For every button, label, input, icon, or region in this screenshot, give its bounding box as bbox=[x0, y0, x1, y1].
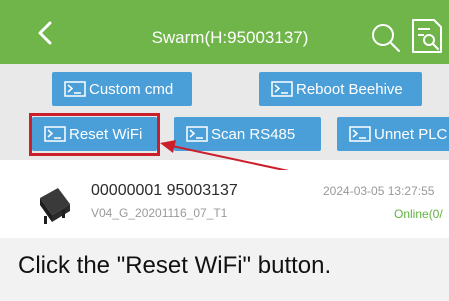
custom-cmd-button[interactable]: Custom cmd bbox=[52, 72, 192, 106]
page-title: Swarm(H:95003137) bbox=[151, 28, 309, 47]
instruction-text: Click the "Reset WiFi" button. bbox=[18, 252, 332, 279]
app-header: Swarm(H:95003137) bbox=[0, 0, 449, 64]
instruction-panel: Click the "Reset WiFi" button. bbox=[0, 238, 449, 301]
device-status: Online(0/ bbox=[394, 207, 443, 221]
device-list-item[interactable]: 00000001 95003137 V04_G_20201116_07_T1 2… bbox=[0, 170, 449, 232]
device-id: 00000001 95003137 bbox=[91, 182, 238, 199]
reset-wifi-label: Reset WiFi bbox=[69, 125, 143, 143]
device-icon bbox=[40, 188, 70, 224]
scan-rs485-button[interactable]: Scan RS485 bbox=[174, 117, 321, 151]
search-icon[interactable] bbox=[370, 22, 402, 54]
reboot-beehive-label: Reboot Beehive bbox=[296, 80, 403, 98]
terminal-icon bbox=[44, 126, 66, 142]
terminal-icon bbox=[349, 126, 371, 142]
device-version: V04_G_20201116_07_T1 bbox=[91, 206, 228, 220]
terminal-icon bbox=[186, 126, 208, 142]
device-timestamp: 2024-03-05 13:27:55 bbox=[323, 184, 435, 198]
reset-wifi-button[interactable]: Reset WiFi bbox=[32, 117, 157, 151]
chevron-left-icon[interactable] bbox=[30, 18, 60, 48]
unnet-plc-label: Unnet PLC bbox=[374, 125, 448, 143]
terminal-icon bbox=[64, 81, 86, 97]
scan-rs485-label: Scan RS485 bbox=[211, 125, 296, 143]
unnet-plc-button[interactable]: Unnet PLC bbox=[337, 117, 449, 151]
document-search-icon[interactable] bbox=[410, 18, 444, 54]
reboot-beehive-button[interactable]: Reboot Beehive bbox=[259, 72, 422, 106]
terminal-icon bbox=[271, 81, 293, 97]
custom-cmd-label: Custom cmd bbox=[89, 80, 174, 98]
